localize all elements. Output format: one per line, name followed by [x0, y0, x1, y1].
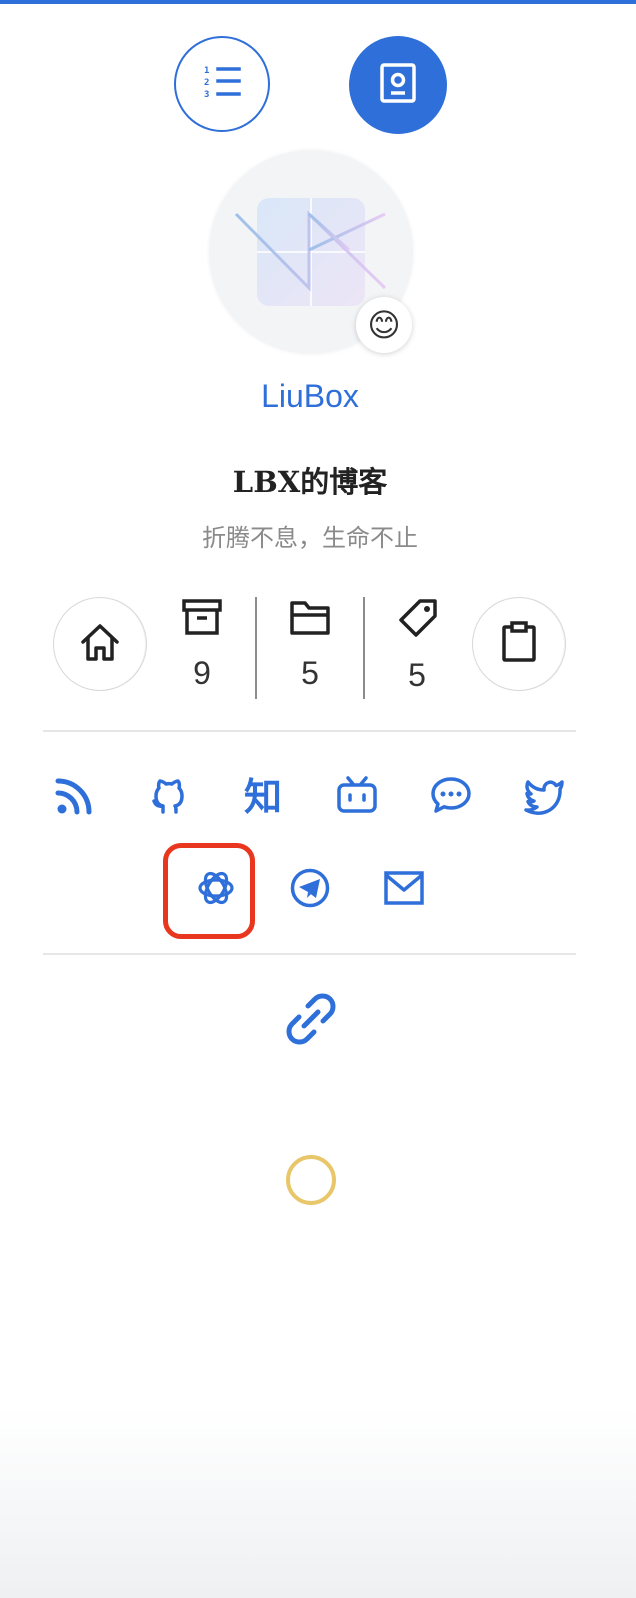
status-emoji-badge[interactable]: 😊 [356, 297, 412, 353]
tags-count: 5 [408, 657, 426, 693]
clipboard-button[interactable] [472, 597, 566, 691]
telegram-link[interactable] [285, 865, 335, 915]
categories-count: 5 [301, 655, 319, 691]
github-icon [148, 775, 188, 820]
wechat-link[interactable] [426, 772, 476, 822]
categories-stat[interactable]: 5 [262, 598, 358, 698]
rss-link[interactable] [50, 772, 100, 822]
clipboard-icon [500, 620, 538, 668]
bottom-fade [0, 1408, 636, 1598]
bilibili-link[interactable] [332, 772, 382, 822]
overview-toggle-button[interactable] [349, 36, 447, 134]
svg-text:3: 3 [204, 90, 209, 100]
bilibili-icon [336, 775, 378, 820]
divider [43, 730, 576, 732]
link-icon [284, 992, 338, 1051]
twitter-icon [523, 775, 565, 820]
rss-icon [55, 775, 95, 820]
github-link[interactable] [143, 772, 193, 822]
wechat-icon [430, 775, 472, 820]
tags-stat[interactable]: 5 [369, 598, 465, 698]
site-title: LBX的博客 [232, 465, 388, 499]
home-icon [79, 622, 121, 667]
toc-toggle-button[interactable]: 1 2 3 [174, 36, 270, 132]
site-description: 折腾不息，生命不止 [202, 525, 418, 552]
friend-links-button[interactable] [284, 992, 338, 1051]
posts-stat[interactable]: 9 [154, 598, 250, 698]
top-accent-bar [0, 0, 636, 4]
archive-icon [182, 598, 222, 641]
zhihu-icon: 知 [243, 775, 282, 819]
stat-divider [363, 597, 365, 699]
theme-toggle-button[interactable] [284, 1153, 338, 1212]
zhihu-link[interactable]: 知 [238, 772, 288, 822]
tag-icon [396, 598, 438, 643]
telegram-icon [289, 867, 331, 914]
moon-icon [284, 1153, 338, 1212]
folder-icon [290, 598, 330, 641]
home-button[interactable] [53, 597, 147, 691]
author-avatar-block: 😊 [209, 150, 413, 354]
email-link[interactable] [379, 865, 429, 915]
author-name: LiuBox [261, 378, 359, 414]
profile-card-icon [380, 62, 416, 108]
highlight-box [163, 843, 255, 939]
ordered-list-icon: 1 2 3 [202, 64, 242, 105]
posts-count: 9 [193, 655, 211, 691]
stat-divider [255, 597, 257, 699]
svg-text:2: 2 [204, 78, 209, 88]
svg-text:1: 1 [204, 66, 209, 76]
divider [43, 953, 576, 955]
twitter-link[interactable] [519, 772, 569, 822]
email-icon [383, 868, 425, 913]
